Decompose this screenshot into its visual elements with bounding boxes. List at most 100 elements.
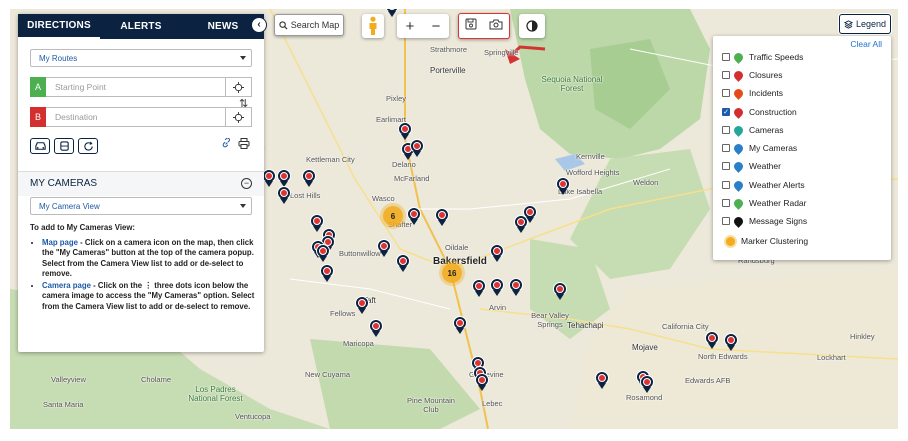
search-map-button[interactable]: Search Map — [274, 14, 344, 36]
map-label: Kernville — [576, 152, 605, 161]
tab-directions[interactable]: DIRECTIONS — [18, 14, 100, 39]
construction-marker[interactable] — [262, 169, 276, 187]
construction-marker[interactable] — [277, 169, 291, 187]
legend-label: Legend — [855, 19, 887, 29]
map-label: Strathmore — [430, 45, 468, 54]
my-routes-select[interactable]: My Routes — [30, 49, 252, 67]
construction-marker[interactable] — [705, 331, 719, 349]
construction-marker[interactable] — [410, 139, 424, 157]
construction-marker[interactable] — [509, 278, 523, 296]
construction-marker[interactable] — [377, 239, 391, 257]
construction-marker[interactable] — [407, 207, 421, 225]
my-cameras-header[interactable]: MY CAMERAS − — [18, 172, 264, 196]
construction-marker[interactable] — [490, 244, 504, 262]
legend-item-weather[interactable]: Weather — [722, 159, 781, 173]
legend-item-cameras[interactable]: Cameras — [722, 123, 784, 137]
starting-point-input[interactable]: Starting Point — [46, 77, 226, 97]
camera-view-select[interactable]: My Camera View — [30, 197, 252, 215]
legend-item-incidents[interactable]: Incidents — [722, 86, 783, 100]
legend-checkbox[interactable]: ✓ — [722, 108, 730, 116]
legend-item-label: My Cameras — [749, 143, 798, 153]
map-label: Santa Maria — [43, 400, 84, 409]
camera-page-link[interactable]: Camera page — [42, 281, 91, 290]
legend-item-weather-radar[interactable]: Weather Radar — [722, 196, 806, 210]
construction-marker[interactable] — [595, 371, 609, 389]
swap-icon[interactable]: ⇅ — [239, 97, 248, 110]
contrast-toggle[interactable] — [519, 14, 545, 38]
link-icon[interactable] — [221, 136, 232, 154]
construction-marker[interactable] — [475, 373, 489, 391]
clear-all-link[interactable]: Clear All — [850, 39, 882, 49]
map-label: Fellows — [330, 309, 356, 318]
construction-marker[interactable] — [320, 264, 334, 282]
destination-input[interactable]: Destination — [46, 107, 226, 127]
legend-button[interactable]: Legend — [839, 14, 891, 34]
dest-locate-button[interactable] — [226, 107, 252, 127]
construction-marker[interactable] — [553, 282, 567, 300]
legend-panel: Clear All Traffic Speeds Closures Incident… — [713, 36, 891, 260]
legend-item-construction[interactable]: ✓ Construction — [722, 105, 797, 119]
legend-item-traffic-speeds[interactable]: Traffic Speeds — [722, 50, 803, 64]
construction-marker[interactable] — [472, 279, 486, 297]
weather-alerts-icon — [732, 178, 745, 192]
marker-cluster[interactable]: 16 — [442, 263, 462, 283]
construction-marker[interactable] — [556, 177, 570, 195]
legend-checkbox[interactable] — [722, 217, 730, 225]
caret-down-icon — [240, 204, 246, 208]
legend-checkbox[interactable] — [722, 162, 730, 170]
street-view-pegman[interactable] — [362, 14, 384, 38]
weather-icon — [732, 159, 745, 173]
construction-marker[interactable] — [435, 208, 449, 226]
car-mode-button[interactable] — [30, 138, 50, 154]
start-locate-button[interactable] — [226, 77, 252, 97]
construction-marker[interactable] — [396, 254, 410, 272]
map-label: Lebec — [482, 399, 503, 408]
legend-checkbox[interactable] — [722, 126, 730, 134]
legend-checkbox[interactable] — [722, 71, 730, 79]
zoom-out-button[interactable]: − — [432, 18, 441, 35]
refresh-icon — [83, 141, 93, 151]
construction-marker[interactable] — [316, 244, 330, 262]
legend-checkbox[interactable] — [722, 53, 730, 61]
legend-item-message-signs[interactable]: Message Signs — [722, 214, 808, 228]
help-list: Map page - Click on a camera icon on the… — [30, 238, 258, 313]
legend-checkbox[interactable] — [722, 144, 730, 152]
incidents-icon — [732, 86, 745, 100]
construction-marker[interactable] — [398, 122, 412, 140]
legend-checkbox[interactable] — [722, 199, 730, 207]
tab-alerts[interactable]: ALERTS — [100, 14, 182, 39]
legend-checkbox[interactable] — [722, 89, 730, 97]
construction-marker[interactable] — [277, 186, 291, 204]
construction-marker[interactable] — [302, 169, 316, 187]
construction-marker[interactable] — [453, 316, 467, 334]
print-icon[interactable] — [238, 136, 250, 154]
legend-item-closures[interactable]: Closures — [722, 68, 783, 82]
map-label: McFarland — [394, 174, 430, 183]
my-cameras-button[interactable] — [489, 17, 503, 35]
refresh-button[interactable] — [78, 138, 98, 154]
construction-marker[interactable] — [369, 319, 383, 337]
legend-checkbox[interactable] — [722, 181, 730, 189]
construction-marker[interactable] — [724, 333, 738, 351]
map-page-link[interactable]: Map page — [42, 238, 78, 247]
map-label: Weldon — [633, 178, 659, 187]
map-label: Mojave — [632, 343, 658, 352]
construction-marker[interactable] — [514, 215, 528, 233]
map-label: Porterville — [430, 66, 466, 75]
collapse-minus-icon[interactable]: − — [241, 178, 252, 189]
marker-cluster[interactable]: 6 — [383, 206, 403, 226]
bus-mode-button[interactable] — [54, 138, 74, 154]
my-cameras-help: To add to My Cameras View: Map page - Cl… — [30, 223, 258, 313]
construction-marker[interactable] — [490, 278, 504, 296]
legend-item-my-cameras[interactable]: My Cameras — [722, 141, 798, 155]
side-panel: DIRECTIONS ALERTS NEWS My Routes A Start… — [18, 14, 264, 352]
legend-item-marker-clustering[interactable]: Marker Clustering — [722, 235, 808, 247]
construction-marker[interactable] — [640, 375, 654, 393]
legend-item-label: Message Signs — [749, 216, 808, 226]
legend-item-weather-alerts[interactable]: Weather Alerts — [722, 178, 805, 192]
zoom-in-button[interactable]: + — [406, 18, 415, 35]
collapse-panel-button[interactable]: ‹ — [251, 17, 267, 33]
save-view-button[interactable] — [465, 17, 477, 35]
construction-marker[interactable] — [355, 296, 369, 314]
legend-item-label: Cameras — [749, 125, 784, 135]
